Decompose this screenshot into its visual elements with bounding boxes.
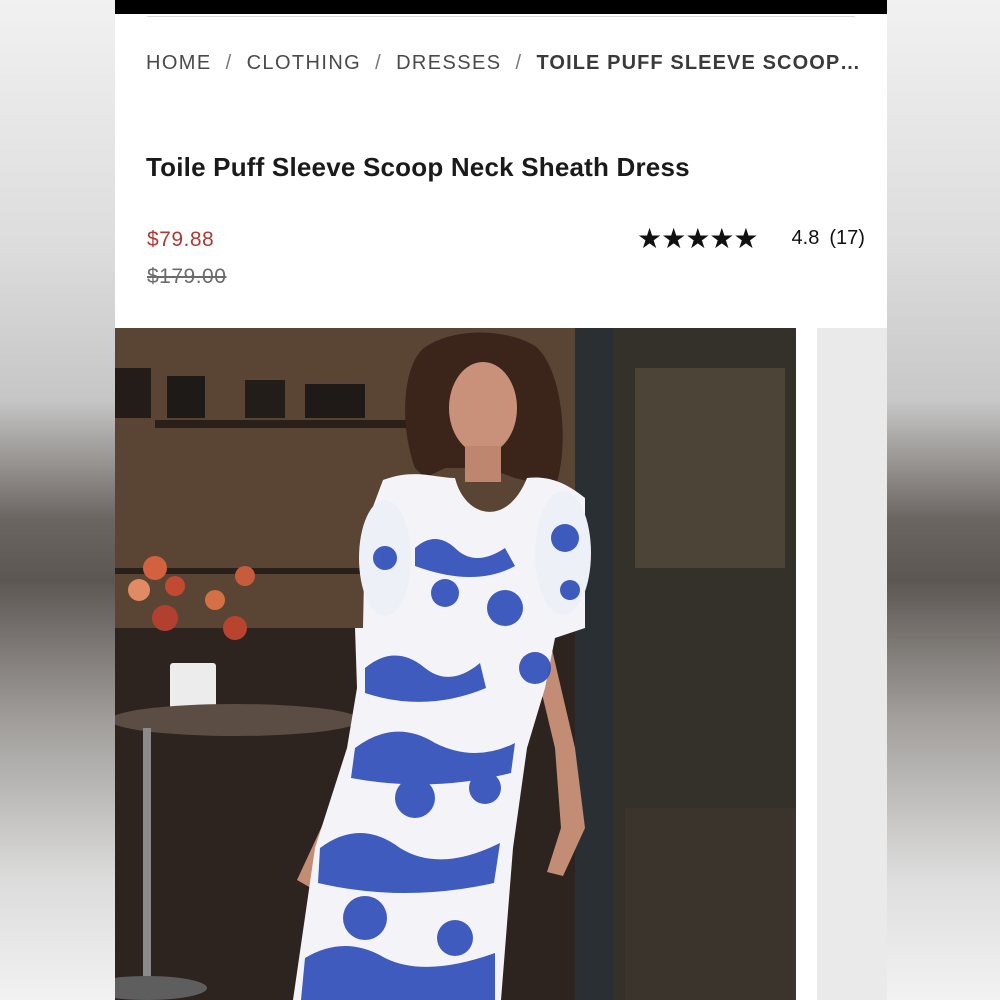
breadcrumb-current: TOILE PUFF SLEEVE SCOOP NE… [536, 52, 866, 74]
product-image[interactable] [115, 328, 796, 1000]
breadcrumb-separator: / [515, 52, 523, 74]
breadcrumb-dresses[interactable]: DRESSES [396, 52, 501, 75]
breadcrumb: HOME / CLOTHING / DRESSES / TOILE PUFF S… [146, 52, 866, 75]
breadcrumb-clothing[interactable]: CLOTHING [247, 52, 362, 75]
breadcrumb-separator: / [225, 52, 233, 74]
product-rating[interactable]: ★★★★★ 4.8 (17) [637, 222, 865, 255]
product-page: HOME / CLOTHING / DRESSES / TOILE PUFF S… [115, 0, 887, 1000]
breadcrumb-home[interactable]: HOME [146, 52, 212, 75]
rating-value: 4.8 [791, 227, 820, 249]
product-title: Toile Puff Sleeve Scoop Neck Sheath Dres… [146, 152, 690, 182]
breadcrumb-separator: / [375, 52, 383, 74]
header-divider [147, 16, 855, 17]
next-image-preview[interactable] [817, 328, 887, 1000]
star-rating-icon: ★★★★★ [637, 222, 759, 255]
status-bar [115, 0, 887, 14]
sale-price: $79.88 [147, 228, 215, 251]
background-left [0, 0, 115, 1000]
background-right [887, 0, 1000, 1000]
original-price: $179.00 [147, 265, 227, 288]
review-count[interactable]: (17) [829, 227, 865, 250]
